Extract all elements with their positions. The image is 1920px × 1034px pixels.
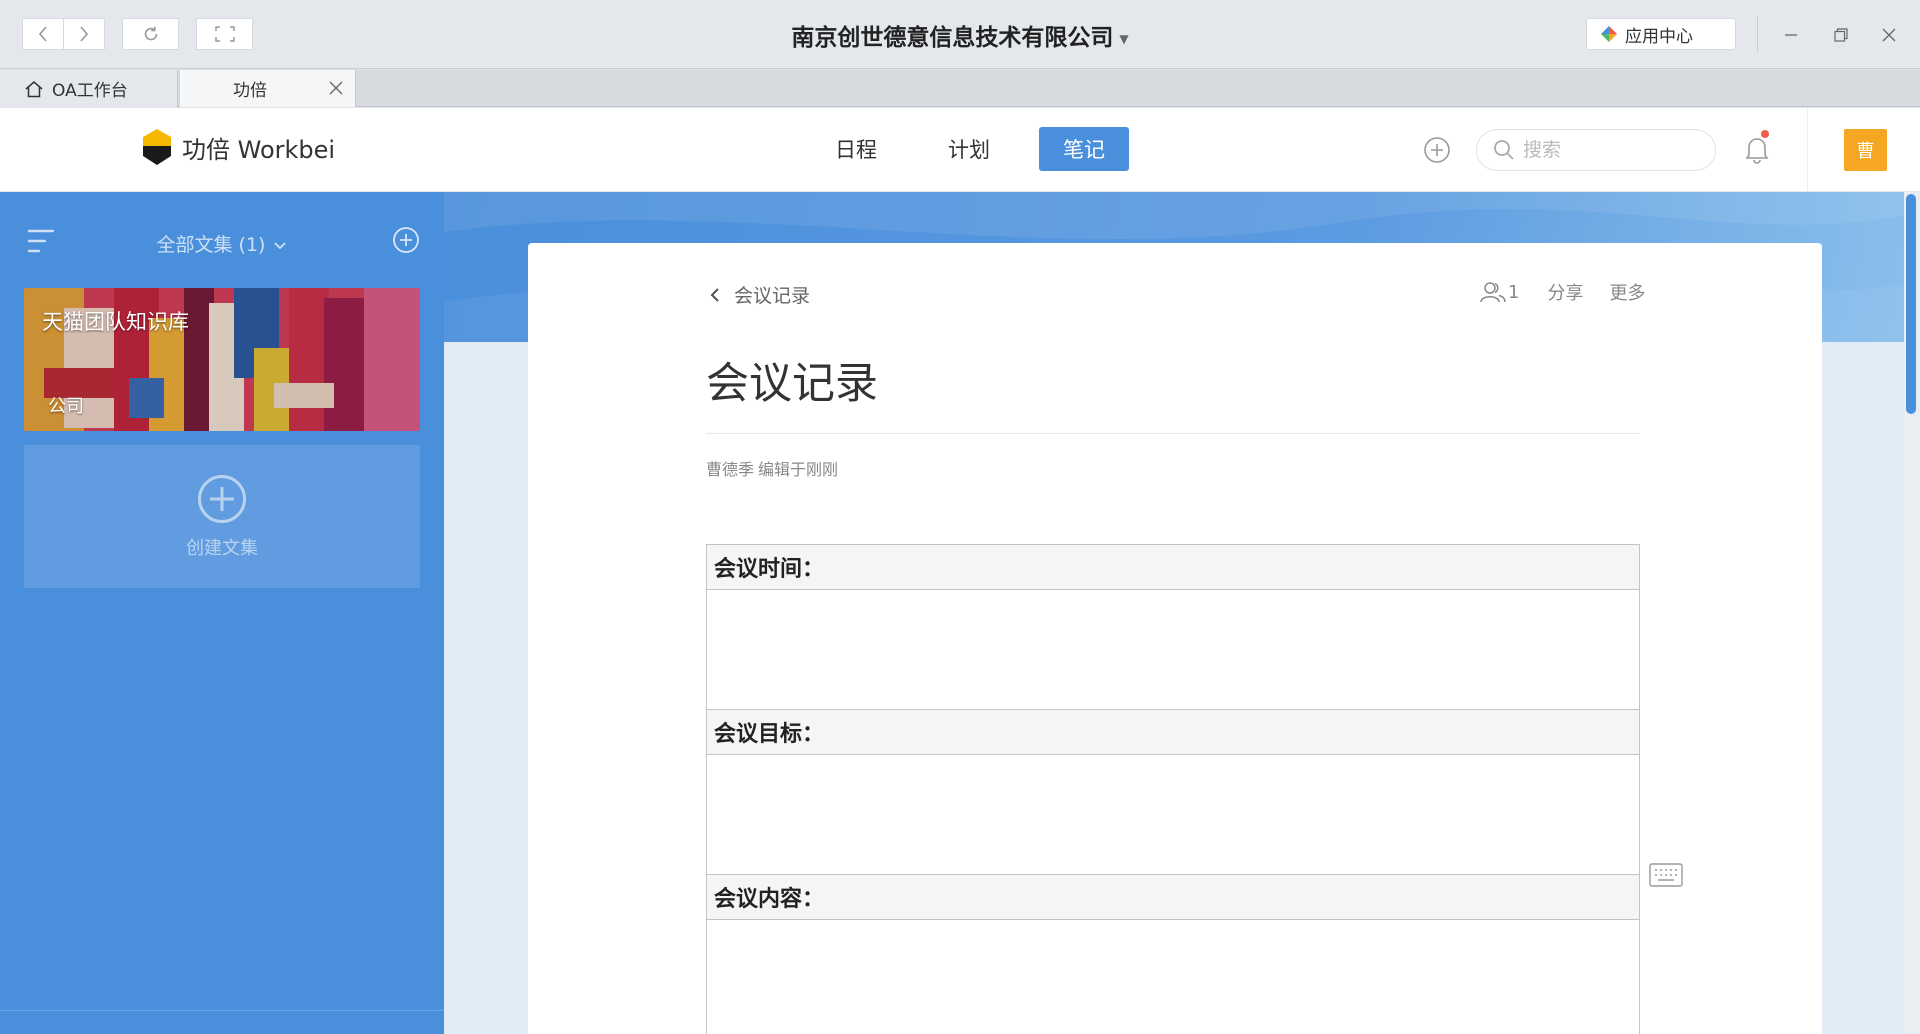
table-row: [706, 589, 1640, 710]
nav-label: 计划: [948, 138, 990, 162]
members-icon: [1480, 282, 1506, 303]
tab-oa-workbench[interactable]: OA工作台: [0, 70, 178, 107]
collection-type: 公司: [48, 396, 84, 417]
collection-selector-label: 全部文集 (1): [156, 234, 266, 256]
sidebar-divider: [0, 1010, 444, 1011]
document-card: 会议记录 1 分享 更多 会议记录 曹德季编辑于刚刚 会议时间： 会议目标：: [528, 243, 1822, 1034]
section-header[interactable]: 会议目标：: [706, 709, 1640, 755]
close-icon: [1882, 28, 1896, 42]
chevron-right-icon: [80, 26, 89, 42]
breadcrumb: 会议记录: [734, 285, 811, 307]
collection-name: 天猫团队知识库: [42, 310, 189, 334]
header-separator: [1807, 108, 1808, 192]
section-header[interactable]: 会议内容：: [706, 874, 1640, 920]
more-button[interactable]: 更多: [1609, 279, 1645, 305]
app-header: 功倍 Workbei 日程 计划 笔记 曹: [0, 108, 1920, 192]
fullscreen-icon: [214, 26, 235, 42]
minimize-icon: [1785, 34, 1797, 36]
back-button[interactable]: 会议记录: [710, 281, 810, 308]
close-window-button[interactable]: [1876, 22, 1902, 48]
sidebar: 全部文集 (1) 天猫团队知识库 公司 创建文集: [0, 192, 444, 1034]
collection-card[interactable]: 天猫团队知识库 公司: [24, 288, 420, 431]
chevron-down-icon: [274, 241, 287, 249]
close-icon[interactable]: [329, 81, 343, 95]
section-body[interactable]: [706, 589, 1640, 710]
share-button[interactable]: 分享: [1547, 279, 1583, 305]
tab-label: 功倍: [233, 81, 267, 101]
edit-meta: 曹德季 编辑于刚刚: [706, 456, 838, 480]
add-circle-icon[interactable]: [1423, 136, 1451, 164]
chevron-left-icon: [38, 26, 47, 42]
add-collection-icon[interactable]: [392, 226, 420, 254]
scrollbar-thumb[interactable]: [1906, 194, 1916, 414]
caret-down-icon: ▼: [1119, 31, 1129, 46]
nav-label: 笔记: [1063, 138, 1105, 162]
avatar[interactable]: 曹: [1844, 129, 1887, 171]
members-button[interactable]: 1: [1480, 281, 1519, 303]
app-center-button[interactable]: 应用中心: [1586, 18, 1736, 50]
table-row: 会议目标：: [706, 709, 1640, 755]
table-row: 会议时间：: [706, 544, 1640, 590]
title-bar: 南京创世德意信息技术有限公司 ▼ 应用中心: [0, 0, 1920, 69]
document-actions: 1 分享 更多: [1480, 279, 1671, 305]
nav-notes[interactable]: 笔记: [1039, 127, 1129, 171]
tab-bar: OA工作台 功倍: [0, 70, 1920, 107]
nav-label: 日程: [835, 138, 877, 162]
author-name: 曹德季: [706, 460, 755, 479]
workbei-logo-icon: [143, 129, 171, 165]
home-icon: [25, 80, 43, 97]
window-title-text: 南京创世德意信息技术有限公司: [791, 25, 1114, 51]
collection-selector[interactable]: 全部文集 (1): [0, 230, 444, 257]
search-box[interactable]: [1476, 129, 1716, 171]
member-count: 1: [1508, 281, 1520, 303]
brand-logo[interactable]: 功倍 Workbei: [142, 128, 335, 166]
nav-plan[interactable]: 计划: [924, 127, 1014, 171]
refresh-icon: [144, 26, 157, 41]
section-body[interactable]: [706, 754, 1640, 875]
section-body[interactable]: [706, 919, 1640, 1034]
table-row: [706, 919, 1640, 1034]
fullscreen-button[interactable]: [196, 18, 253, 50]
nav-schedule[interactable]: 日程: [811, 127, 901, 171]
app-window: 南京创世德意信息技术有限公司 ▼ 应用中心 OA工作台 功倍 功倍 Workbe…: [0, 0, 1920, 1034]
search-input[interactable]: [1523, 139, 1693, 161]
brand-name: 功倍 Workbei: [182, 135, 336, 164]
main-content: 会议记录 1 分享 更多 会议记录 曹德季编辑于刚刚 会议时间： 会议目标：: [444, 192, 1920, 1034]
search-icon: [1494, 140, 1514, 160]
table-row: 会议内容：: [706, 874, 1640, 920]
page-title[interactable]: 会议记录: [706, 349, 878, 411]
section-header[interactable]: 会议时间：: [706, 544, 1640, 590]
window-control-separator: [1757, 16, 1758, 52]
chevron-left-icon: [710, 287, 719, 302]
back-nav-button[interactable]: [22, 18, 64, 50]
forward-nav-button[interactable]: [63, 18, 105, 50]
notification-dot: [1761, 130, 1769, 138]
edit-status: 编辑于刚刚: [758, 460, 839, 479]
title-divider: [706, 433, 1640, 434]
restore-button[interactable]: [1828, 22, 1854, 48]
restore-icon: [1834, 28, 1848, 42]
avatar-initial: 曹: [1856, 141, 1875, 162]
keyboard-icon[interactable]: [1649, 863, 1683, 887]
bell-icon[interactable]: [1745, 134, 1769, 164]
app-center-icon: [1601, 26, 1617, 42]
tab-label: OA工作台: [52, 81, 128, 101]
app-center-label: 应用中心: [1625, 26, 1693, 47]
tab-gongbei[interactable]: 功倍: [180, 70, 356, 107]
refresh-button[interactable]: [122, 18, 179, 50]
create-collection-button[interactable]: 创建文集: [24, 445, 420, 588]
minimize-button[interactable]: [1778, 22, 1804, 48]
meeting-table: 会议时间： 会议目标： 会议内容：: [706, 544, 1640, 1034]
table-row: [706, 754, 1640, 875]
create-collection-label: 创建文集: [186, 537, 258, 559]
plus-circle-icon: [198, 474, 246, 523]
